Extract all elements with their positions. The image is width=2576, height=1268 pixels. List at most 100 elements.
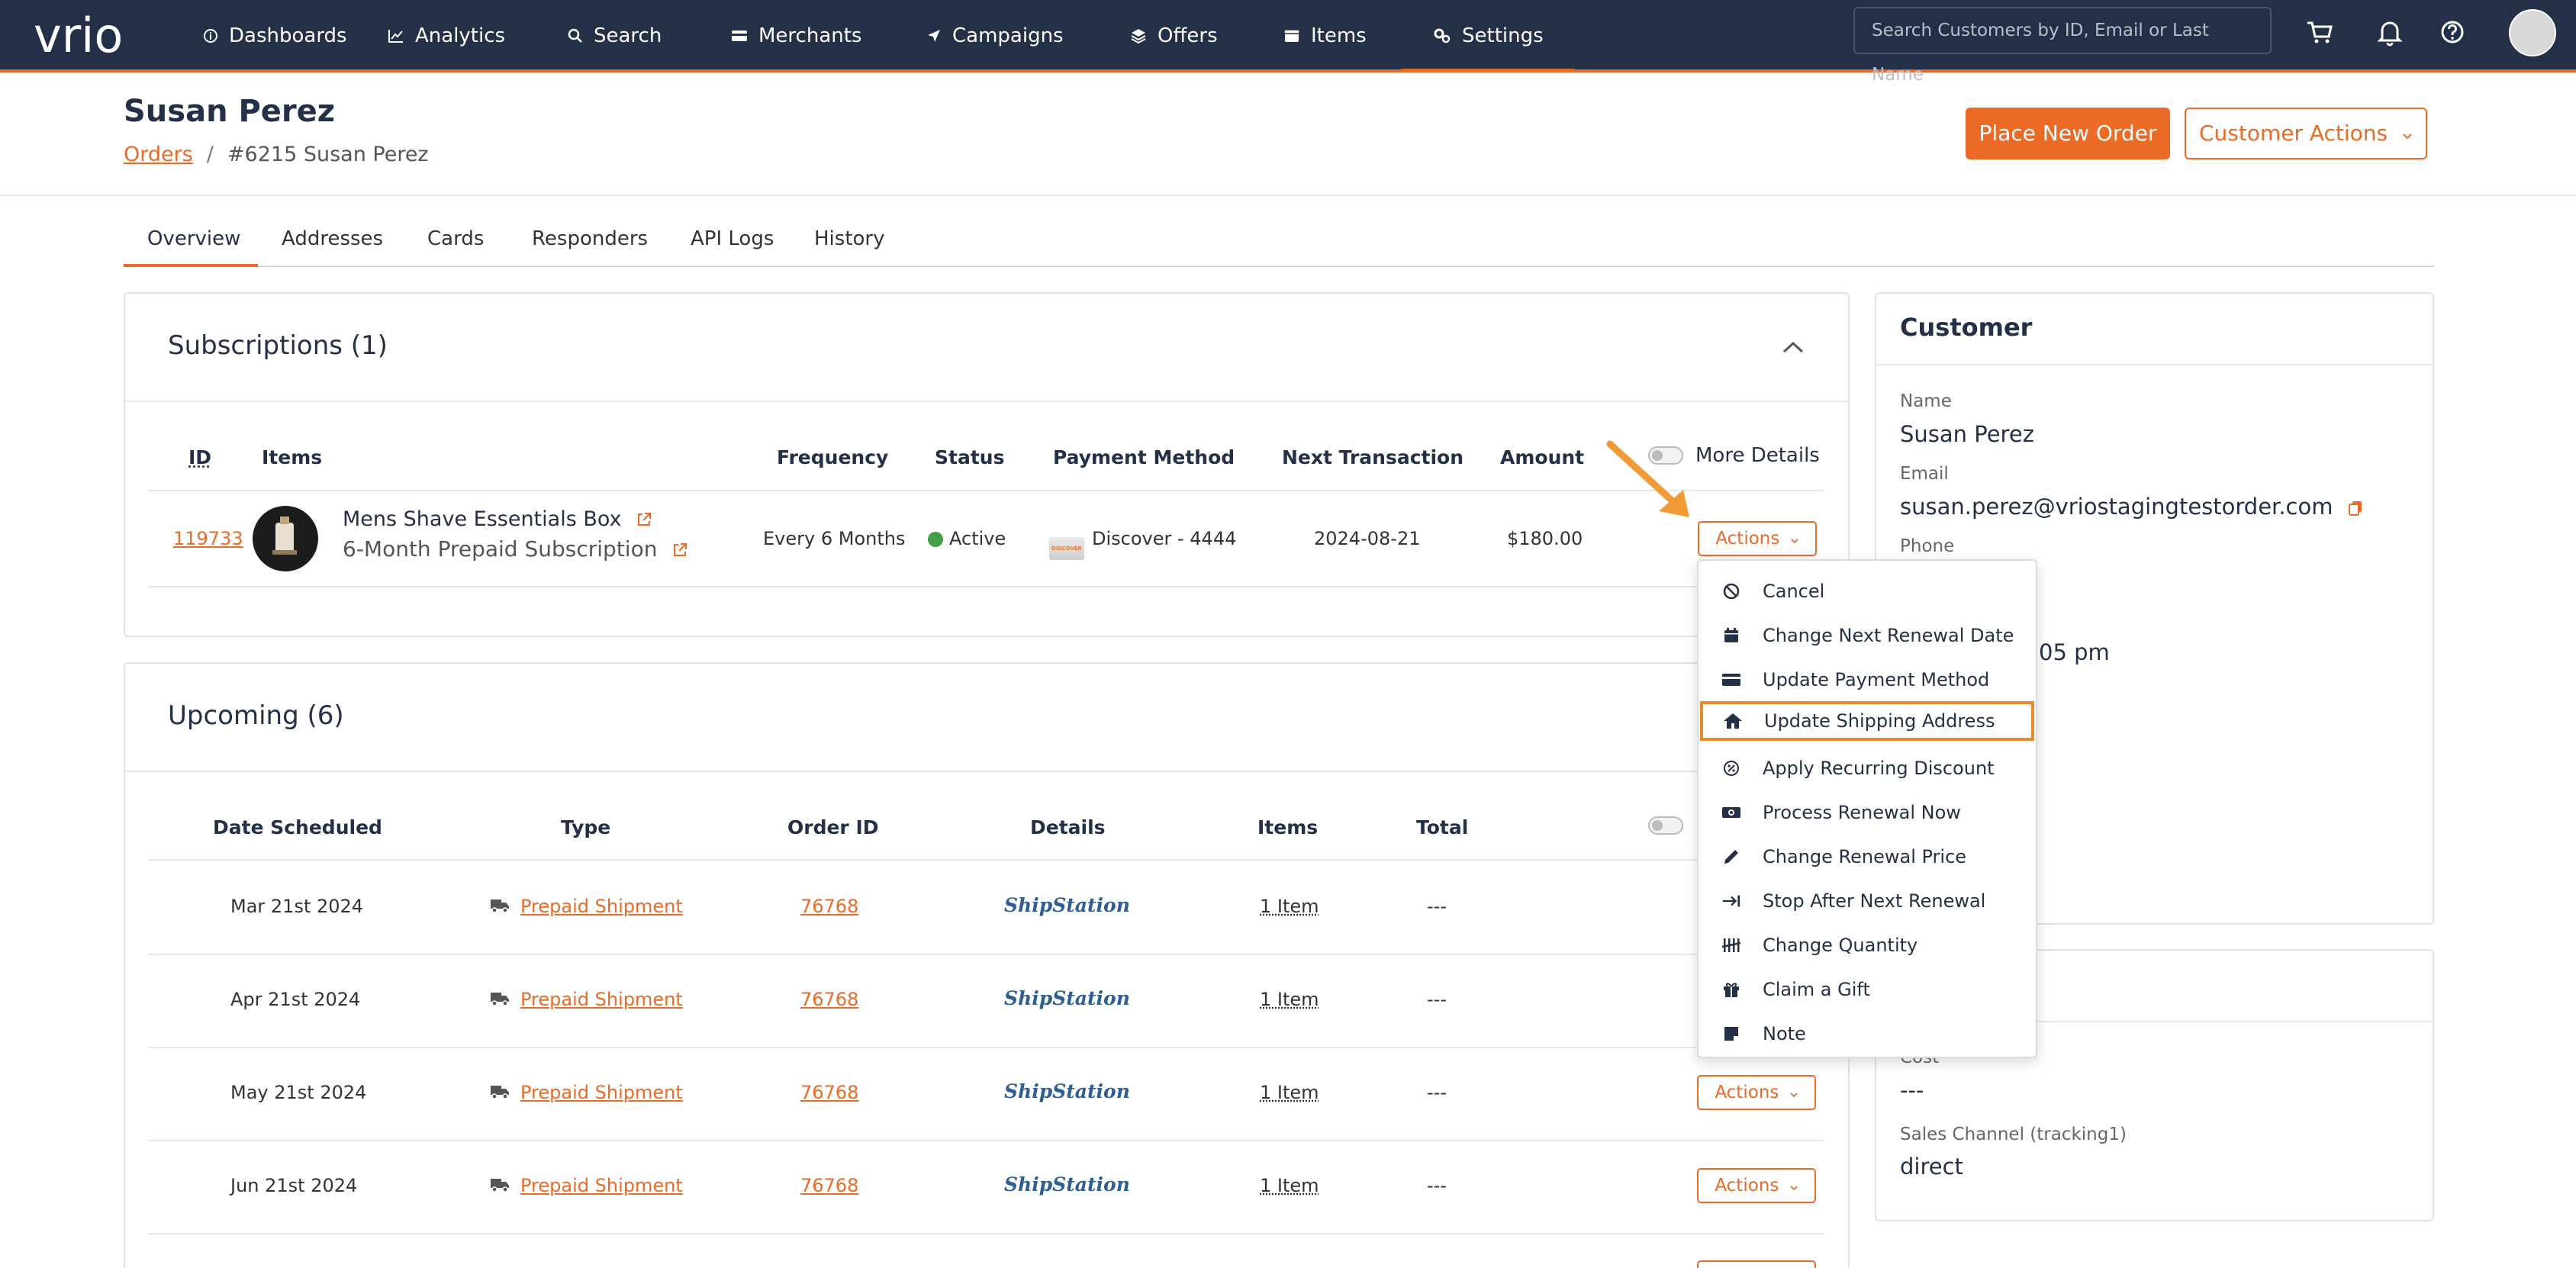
subscription-actions-button[interactable]: Actions <box>1698 521 1817 556</box>
product-image <box>253 506 318 571</box>
upcoming-type-link[interactable]: Prepaid Shipment <box>520 1082 683 1103</box>
active-nav-indicator <box>1401 69 1575 72</box>
col-details: Details <box>1030 816 1106 838</box>
customer-actions-label: Customer Actions <box>2198 121 2388 146</box>
active-tab-indicator <box>124 264 258 267</box>
row-divider <box>148 586 1824 587</box>
menu-item-change-renewal-price[interactable]: Change Renewal Price <box>1699 837 2036 877</box>
nav-label: Merchants <box>758 24 862 47</box>
menu-item-label: Change Renewal Price <box>1763 846 1967 867</box>
collapse-chevron-icon[interactable] <box>1782 340 1805 355</box>
upcoming-order-link[interactable]: 76768 <box>800 896 858 917</box>
actions-label: Actions <box>1715 1176 1779 1196</box>
external-link-icon[interactable] <box>636 511 652 528</box>
breadcrumb-orders-link[interactable]: Orders <box>124 143 193 166</box>
breadcrumb: Orders / #6215 Susan Perez <box>124 143 429 166</box>
breadcrumb-current: #6215 Susan Perez <box>227 143 429 166</box>
menu-item-change-next-renewal-date[interactable]: Change Next Renewal Date <box>1699 616 2036 655</box>
upcoming-total: --- <box>1427 896 1447 917</box>
card-divider <box>1876 364 2433 365</box>
menu-item-process-renewal-now[interactable]: Process Renewal Now <box>1699 793 2036 832</box>
external-link-icon[interactable] <box>671 542 688 558</box>
annotation-arrow-icon <box>1606 440 1689 517</box>
gift-icon <box>1721 980 1741 999</box>
chevron-down-icon <box>2403 134 2412 140</box>
nav-merchants[interactable]: Merchants <box>731 17 861 55</box>
col-frequency: Frequency <box>777 446 889 468</box>
upcoming-order-link[interactable]: 76768 <box>800 989 858 1010</box>
customer-search-input[interactable]: Search Customers by ID, Email or Last Na… <box>1853 7 2272 85</box>
name-label: Name <box>1900 391 1952 411</box>
upcoming-type-link[interactable]: Prepaid Shipment <box>520 896 683 917</box>
tab-cards[interactable]: Cards <box>427 227 484 250</box>
gears-icon <box>1434 28 1451 43</box>
sales-channel-label: Sales Channel (tracking1) <box>1900 1125 2127 1144</box>
upcoming-actions-button[interactable]: Actions <box>1697 1075 1816 1110</box>
table-header-divider <box>148 490 1824 491</box>
col-date-scheduled: Date Scheduled <box>213 816 382 838</box>
status-text: Active <box>949 528 1006 549</box>
user-avatar[interactable] <box>2509 9 2556 56</box>
vrio-logo[interactable]: vrio <box>34 6 156 66</box>
upcoming-type-link[interactable]: Prepaid Shipment <box>520 1175 683 1196</box>
nav-label: Settings <box>1462 24 1544 47</box>
menu-item-stop-after-next-renewal[interactable]: Stop After Next Renewal <box>1699 881 2036 921</box>
help-icon[interactable] <box>2437 17 2468 47</box>
next-transaction-date: 2024-08-21 <box>1314 528 1421 549</box>
tab-responders[interactable]: Responders <box>532 227 648 250</box>
page-title: Susan Perez <box>124 94 336 129</box>
menu-item-label: Update Shipping Address <box>1764 710 1995 732</box>
menu-item-claim-a-gift[interactable]: Claim a Gift <box>1699 970 2036 1009</box>
nav-offers[interactable]: Offers <box>1130 17 1218 55</box>
upcoming-order-link[interactable]: 76768 <box>800 1082 858 1103</box>
tab-api-logs[interactable]: API Logs <box>691 227 774 250</box>
upcoming-more-details-toggle[interactable] <box>1648 816 1683 835</box>
upcoming-type-link[interactable]: Prepaid Shipment <box>520 989 683 1010</box>
subscription-amount: $180.00 <box>1507 528 1583 549</box>
nav-campaigns[interactable]: Campaigns <box>926 17 1064 55</box>
upcoming-actions-button[interactable]: Actions <box>1697 1168 1816 1203</box>
menu-item-update-payment-method[interactable]: Update Payment Method <box>1699 660 2036 700</box>
copy-icon[interactable] <box>2348 500 2363 517</box>
actions-label: Actions <box>1715 1083 1779 1102</box>
customer-actions-button[interactable]: Customer Actions <box>2185 108 2427 159</box>
nav-label: Campaigns <box>952 24 1064 47</box>
product-subtitle-text: 6-Month Prepaid Subscription <box>343 536 658 562</box>
subscription-id-link[interactable]: 119733 <box>173 528 243 549</box>
upcoming-order-link[interactable]: 76768 <box>800 1175 858 1196</box>
place-new-order-button[interactable]: Place New Order <box>1966 108 2170 159</box>
upcoming-items: 1 Item <box>1260 896 1319 917</box>
nav-label: Dashboards <box>229 24 347 47</box>
upcoming-date: Mar 21st 2024 <box>230 896 364 917</box>
menu-item-update-shipping-address[interactable]: Update Shipping Address <box>1700 701 2034 741</box>
customer-email-text: susan.perez@vriostagingtestorder.com <box>1900 494 2333 520</box>
menu-item-note[interactable]: Note <box>1699 1014 2036 1054</box>
menu-item-change-quantity[interactable]: Change Quantity <box>1699 925 2036 965</box>
row-divider <box>148 954 1824 955</box>
nav-label: Analytics <box>415 24 506 47</box>
tab-addresses[interactable]: Addresses <box>282 227 383 250</box>
nav-items[interactable]: Items <box>1283 17 1367 55</box>
nav-settings[interactable]: Settings <box>1433 17 1544 55</box>
tab-overview[interactable]: Overview <box>147 227 240 250</box>
nav-search[interactable]: Search <box>568 17 662 55</box>
stop-arrow-icon <box>1721 891 1741 911</box>
bell-icon[interactable] <box>2375 17 2405 47</box>
menu-item-label: Cancel <box>1763 581 1825 602</box>
note-icon <box>1721 1024 1741 1044</box>
col-total: Total <box>1416 816 1469 838</box>
menu-item-label: Apply Recurring Discount <box>1763 758 1995 779</box>
cart-icon[interactable] <box>2304 17 2335 47</box>
tab-history[interactable]: History <box>814 227 885 250</box>
product-name[interactable]: Mens Shave Essentials Box <box>343 507 652 531</box>
menu-item-apply-recurring-discount[interactable]: Apply Recurring Discount <box>1699 748 2036 788</box>
product-subtitle[interactable]: 6-Month Prepaid Subscription <box>343 536 688 562</box>
menu-item-cancel[interactable]: Cancel <box>1699 571 2036 611</box>
nav-dashboards[interactable]: Dashboards <box>203 17 347 55</box>
upcoming-actions-button-partial[interactable] <box>1697 1260 1816 1268</box>
nav-analytics[interactable]: Analytics <box>388 17 505 55</box>
upcoming-date: May 21st 2024 <box>230 1082 367 1103</box>
nav-label: Offers <box>1158 24 1218 47</box>
upcoming-date: Jun 21st 2024 <box>230 1175 358 1196</box>
actions-label: Actions <box>1715 529 1780 549</box>
